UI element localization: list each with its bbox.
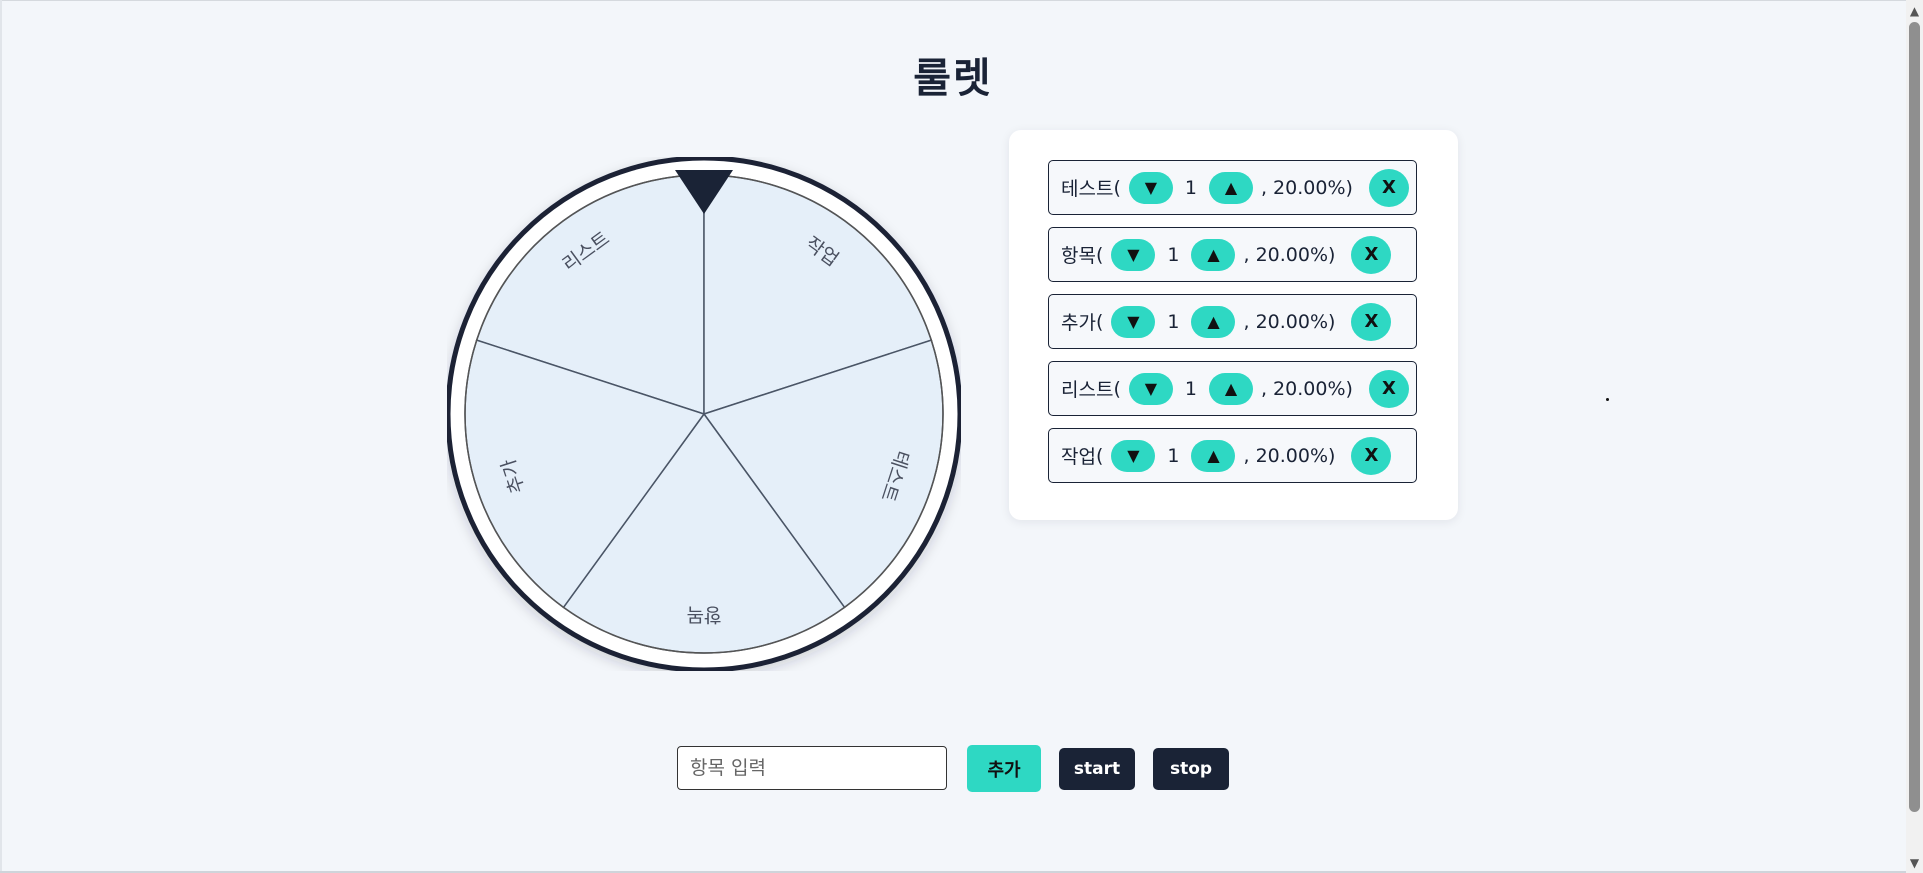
open-paren: ( [1113,377,1121,400]
item-list-panel: 테스트 ( ▼ 1 ▲ , 20.00%) X 항목 ( ▼ 1 ▲ , 20.… [1009,130,1458,520]
increase-button[interactable]: ▲ [1191,439,1236,472]
roulette-wheel[interactable]: 리스트 작업 테스트 항목 추가 [447,157,961,671]
item-name: 테스트 [1061,178,1114,200]
window-left-border [0,0,2,873]
increase-button[interactable]: ▲ [1191,305,1236,338]
open-paren: ( [1095,444,1104,467]
item-percent: , 20.00%) [1243,243,1336,266]
item-count: 1 [1167,310,1180,333]
list-item: 작업 ( ▼ 1 ▲ , 20.00%) X [1048,428,1417,483]
wheel-segment-label: 항목 [687,604,722,626]
add-button[interactable]: 추가 [967,745,1041,792]
item-percent: , 20.00%) [1260,377,1353,400]
window-top-border [0,0,1923,1]
scrollbar-thumb[interactable] [1909,22,1920,812]
item-name: 작업 [1061,446,1096,468]
open-paren: ( [1095,243,1104,266]
stray-dot [1606,398,1609,401]
remove-item-button[interactable]: X [1368,369,1409,408]
list-item: 리스트 ( ▼ 1 ▲ , 20.00%) X [1048,361,1417,416]
start-button[interactable]: start [1059,748,1135,790]
item-percent: , 20.00%) [1243,444,1336,467]
increase-button[interactable]: ▲ [1208,372,1253,405]
scroll-down-arrow-icon[interactable]: ▼ [1906,854,1923,871]
increase-button[interactable]: ▲ [1191,238,1236,271]
scroll-up-arrow-icon[interactable]: ▲ [1906,2,1923,19]
item-name: 추가 [1061,312,1096,334]
list-item: 추가 ( ▼ 1 ▲ , 20.00%) X [1048,294,1417,349]
page-title: 룰렛 [913,54,993,102]
item-count: 1 [1184,377,1197,400]
stop-button[interactable]: stop [1153,748,1229,790]
item-count: 1 [1167,243,1180,266]
item-percent: , 20.00%) [1260,176,1353,199]
item-count: 1 [1184,176,1197,199]
item-count: 1 [1167,444,1180,467]
decrease-button[interactable]: ▼ [1111,439,1156,472]
item-percent: , 20.00%) [1243,310,1336,333]
item-input[interactable] [677,746,947,790]
list-item: 항목 ( ▼ 1 ▲ , 20.00%) X [1048,227,1417,282]
item-name: 리스트 [1061,379,1114,401]
decrease-button[interactable]: ▼ [1111,238,1156,271]
decrease-button[interactable]: ▼ [1128,372,1173,405]
list-item: 테스트 ( ▼ 1 ▲ , 20.00%) X [1048,160,1417,215]
remove-item-button[interactable]: X [1351,436,1392,475]
remove-item-button[interactable]: X [1351,235,1392,274]
remove-item-button[interactable]: X [1368,168,1409,207]
decrease-button[interactable]: ▼ [1111,305,1156,338]
decrease-button[interactable]: ▼ [1128,171,1173,204]
increase-button[interactable]: ▲ [1208,171,1253,204]
item-name: 항목 [1061,245,1096,267]
vertical-scrollbar[interactable]: ▲ ▼ [1906,0,1923,873]
open-paren: ( [1113,176,1121,199]
remove-item-button[interactable]: X [1351,302,1392,341]
roulette-wheel-svg: 리스트 작업테스트항목추가 [447,157,961,671]
open-paren: ( [1095,310,1104,333]
